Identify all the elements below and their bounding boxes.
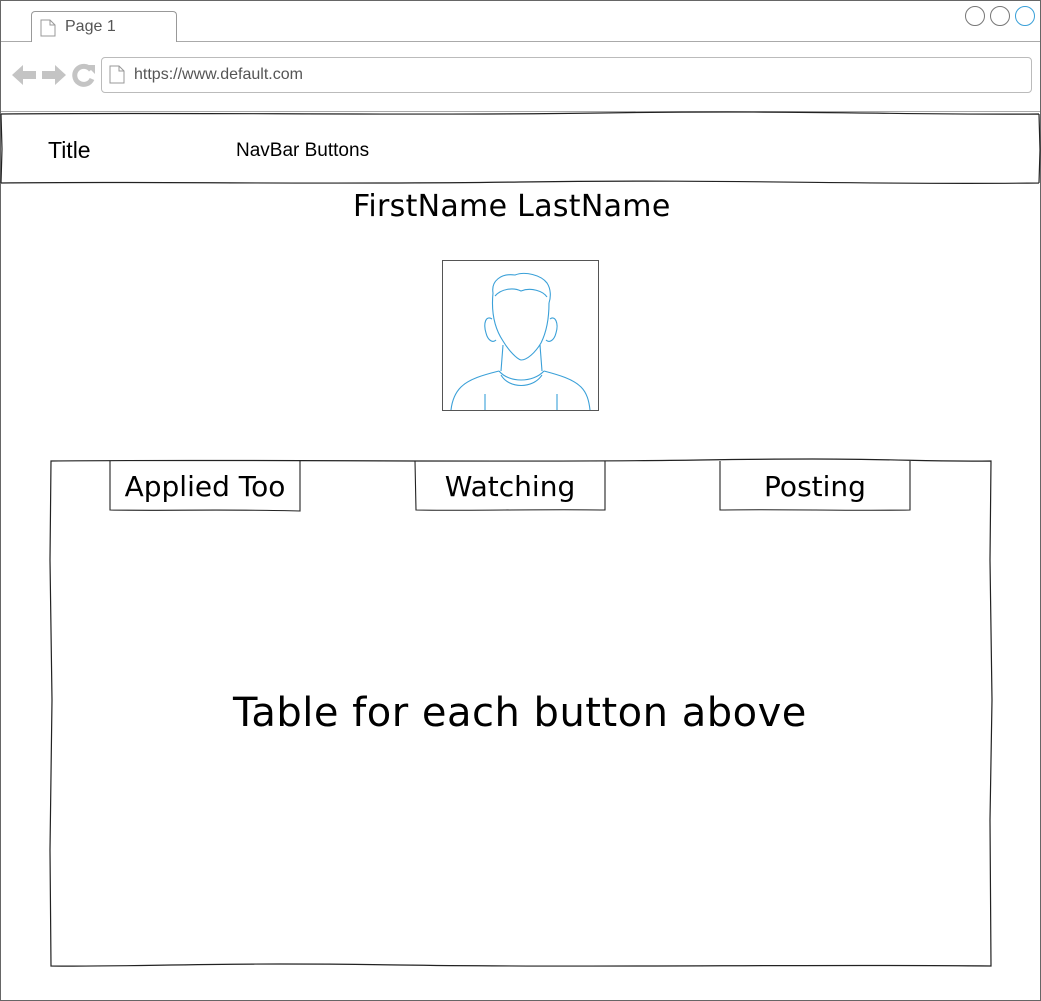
app-header (0, 112, 1041, 186)
tab-label: Page 1 (65, 18, 116, 35)
tab-applied-too-label: Applied Too (124, 469, 286, 503)
tab-watching[interactable]: Watching (415, 461, 605, 511)
tab-posting-label: Posting (764, 469, 866, 503)
tab-applied-too[interactable]: Applied Too (110, 461, 300, 511)
tab-posting[interactable]: Posting (720, 461, 910, 511)
app-title[interactable]: Title (48, 137, 91, 164)
profile-avatar (442, 260, 599, 411)
table-placeholder: Table for each button above (233, 690, 807, 736)
navbar-buttons[interactable]: NavBar Buttons (236, 140, 369, 162)
page-icon (40, 19, 56, 37)
user-avatar-icon (450, 272, 591, 410)
profile-name: FirstName LastName (353, 189, 671, 224)
tab-watching-label: Watching (444, 469, 576, 503)
browser-tab[interactable]: Page 1 (31, 11, 177, 42)
